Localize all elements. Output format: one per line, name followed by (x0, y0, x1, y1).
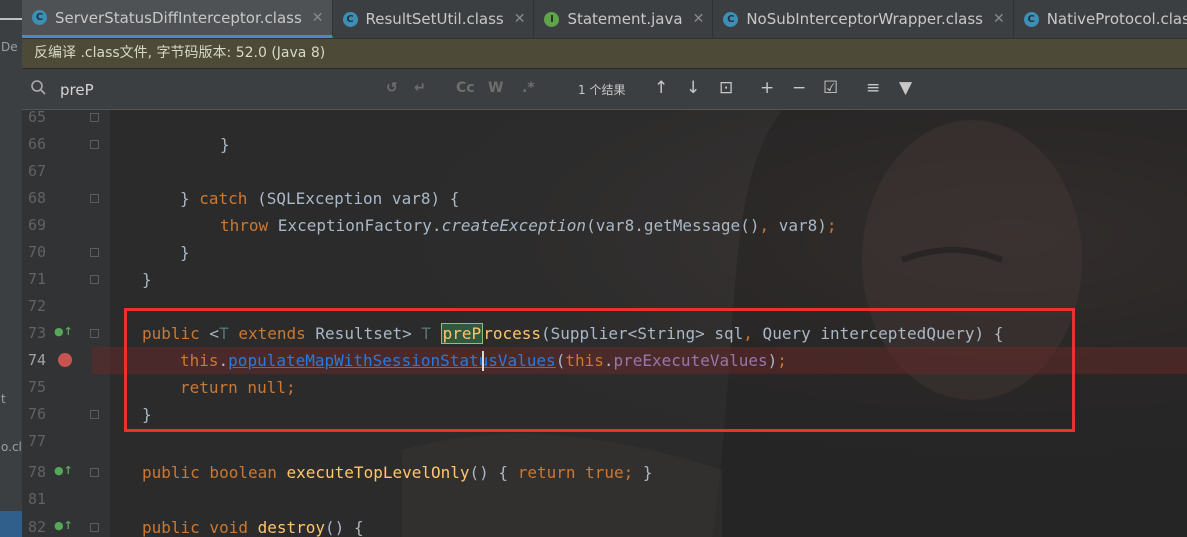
code-text: } (142, 270, 152, 289)
add-occurrence-button[interactable]: + (760, 78, 774, 98)
breakpoint-icon[interactable] (58, 353, 72, 367)
fold-marker-icon[interactable] (90, 329, 99, 338)
code-text: } (220, 135, 230, 154)
select-all-occurrences-button[interactable]: ☑ (823, 78, 838, 98)
class-icon: C (342, 11, 358, 27)
tab-label: ResultSetUtil.class (365, 10, 504, 28)
fold-marker-icon[interactable] (90, 194, 99, 203)
fold-marker-icon[interactable] (90, 523, 99, 532)
line-number: 72 (27, 297, 46, 315)
left-panel-fragment: o.cl (1, 440, 22, 454)
class-icon: C (32, 10, 47, 25)
previous-occurrence-button[interactable]: ↑ (654, 78, 668, 98)
tab-statement[interactable]: I Statement.java ✕ (534, 0, 714, 38)
tab-nosubinterceptorwrapper[interactable]: C NoSubInterceptorWrapper.class ✕ (713, 0, 1014, 38)
line-number: 69 (27, 216, 46, 234)
code-line: 77 (22, 428, 1187, 455)
next-occurrence-button[interactable]: ↓ (686, 78, 700, 98)
class-icon: C (723, 11, 739, 27)
code-line: 78 ●↑ public boolean executeTopLevelOnly… (22, 459, 1187, 486)
new-line-icon[interactable]: ↵ (414, 80, 426, 96)
code-line: 68 } catch (SQLException var8) { (22, 185, 1187, 212)
left-panel-fragment: De (1, 40, 18, 54)
code-line: 70 } (22, 239, 1187, 266)
overrides-method-icon[interactable]: ●↑ (54, 464, 73, 477)
match-case-toggle[interactable]: Cc (456, 80, 475, 96)
line-number: 81 (27, 490, 46, 508)
close-icon[interactable]: ✕ (693, 11, 705, 27)
tab-label: ServerStatusDiffInterceptor.class (55, 8, 302, 27)
line-number: 82 (27, 518, 46, 536)
fold-marker-icon[interactable] (90, 275, 99, 284)
line-number: 76 (27, 405, 46, 423)
left-panel-strip: De t o.cl (0, 0, 23, 537)
code-text: public boolean executeTopLevelOnly() { r… (142, 463, 653, 482)
overrides-method-icon[interactable]: ●↑ (54, 325, 73, 338)
line-number: 66 (27, 135, 46, 153)
code-line: 69 throw ExceptionFactory.createExceptio… (22, 212, 1187, 239)
line-number: 65 (27, 110, 46, 126)
tab-label: Statement.java (567, 10, 683, 28)
line-number: 68 (27, 189, 46, 207)
editor-window: C ServerStatusDiffInterceptor.class ✕ C … (22, 0, 1187, 537)
interface-icon: I (544, 11, 560, 27)
code-text: throw ExceptionFactory.createException(v… (220, 216, 837, 235)
fold-marker-icon[interactable] (90, 140, 99, 149)
line-number: 75 (27, 378, 46, 396)
tab-nativeprotocol[interactable]: C NativeProtocol.class (1014, 0, 1187, 38)
left-panel-fragment: t (1, 392, 6, 406)
tab-label: NativeProtocol.class (1046, 10, 1187, 28)
filter-icon[interactable]: ▼ (899, 78, 912, 98)
left-panel-divider (0, 18, 22, 20)
line-number: 74 (27, 351, 46, 369)
code-editor[interactable]: 65 66 } 67 68 } catch (SQLException var8… (22, 110, 1187, 537)
line-number: 73 (27, 324, 46, 342)
code-line: 67 (22, 158, 1187, 185)
line-number: 67 (27, 162, 46, 180)
code-text: } (180, 243, 190, 262)
left-panel-selection (0, 511, 22, 537)
remove-occurrence-button[interactable]: − (792, 78, 806, 98)
decompiled-info-banner: 反编译 .class文件, 字节码版本: 52.0 (Java 8) (22, 39, 1187, 68)
close-icon[interactable]: ✕ (312, 10, 324, 26)
tab-serverstatusdiffinterceptor[interactable]: C ServerStatusDiffInterceptor.class ✕ (22, 0, 333, 38)
annotation-highlight-box (124, 308, 1075, 432)
regex-toggle[interactable]: .* (522, 80, 535, 96)
class-icon: C (1023, 11, 1039, 27)
line-number: 78 (27, 463, 46, 481)
editor-tab-bar: C ServerStatusDiffInterceptor.class ✕ C … (22, 0, 1187, 39)
fold-marker-icon[interactable] (90, 113, 99, 122)
fold-marker-icon[interactable] (90, 468, 99, 477)
search-icon[interactable] (30, 79, 48, 97)
search-result-count: 1 个结果 (578, 83, 626, 97)
code-line: 66 } (22, 131, 1187, 158)
search-input[interactable] (58, 78, 382, 102)
close-icon[interactable]: ✕ (993, 11, 1005, 27)
code-line: 65 (22, 110, 1187, 131)
line-number: 70 (27, 243, 46, 261)
overrides-method-icon[interactable]: ●↑ (54, 519, 73, 532)
close-icon[interactable]: ✕ (514, 11, 526, 27)
clear-search-icon[interactable]: ↺ (386, 80, 398, 96)
find-bar: ↺ ↵ Cc W .* 1 个结果 ↑ ↓ ⊡ + − ☑ ≡ ▼ (22, 69, 1187, 110)
code-text: public void destroy() { (142, 518, 364, 537)
fold-marker-icon[interactable] (90, 410, 99, 419)
filter-popup-button[interactable]: ⊡ (719, 78, 733, 98)
tab-label: NoSubInterceptorWrapper.class (746, 10, 983, 28)
code-line: 71 } (22, 266, 1187, 293)
code-line: 82 ●↑ public void destroy() { (22, 514, 1187, 537)
line-number: 77 (27, 432, 46, 450)
code-line: 81 (22, 486, 1187, 513)
code-text: } catch (SQLException var8) { (180, 189, 460, 208)
whole-words-toggle[interactable]: W (488, 80, 503, 96)
open-in-window-button[interactable]: ≡ (866, 78, 880, 98)
tab-resultsetutil[interactable]: C ResultSetUtil.class ✕ (333, 0, 535, 38)
fold-marker-icon[interactable] (90, 248, 99, 257)
line-number: 71 (27, 270, 46, 288)
